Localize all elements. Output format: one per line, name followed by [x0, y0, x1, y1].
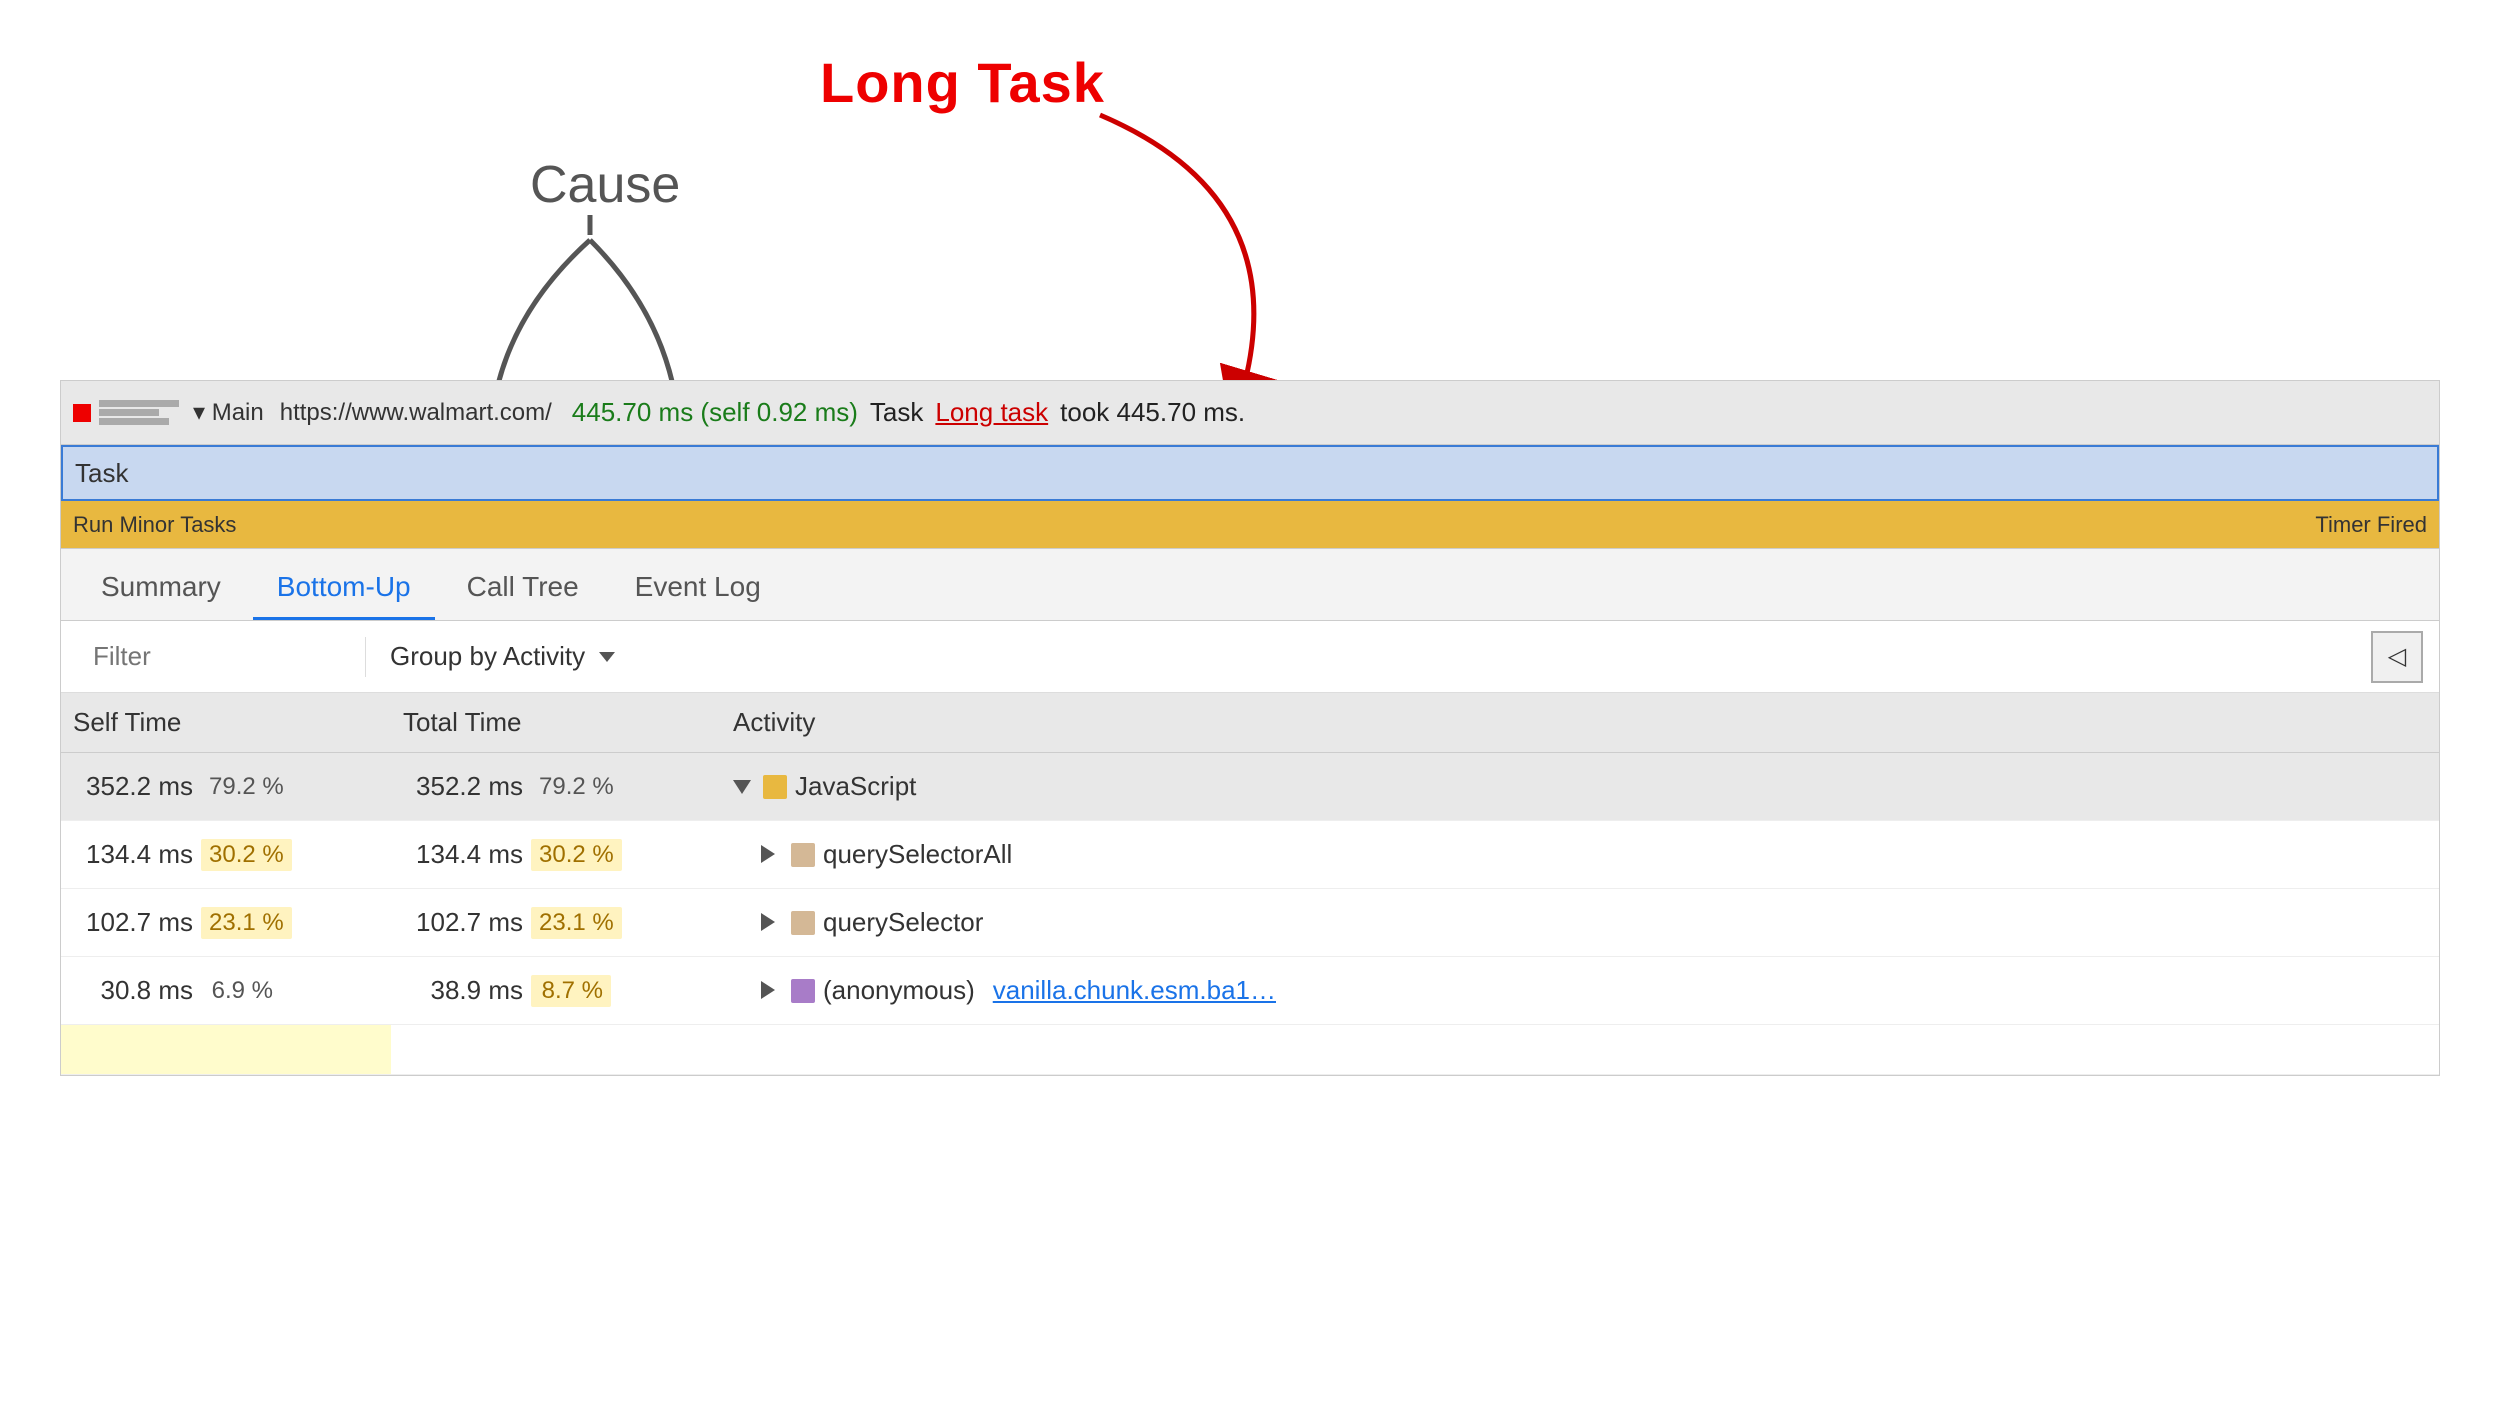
activity-icon-0	[763, 775, 787, 799]
expand-icon-1[interactable]	[761, 845, 775, 863]
table-row-empty	[61, 1025, 2439, 1075]
subtask-right: Timer Fired	[2315, 512, 2427, 538]
activity-label-3: (anonymous)	[823, 975, 975, 1006]
main-url: https://www.walmart.com/	[280, 399, 552, 427]
cell-activity-3[interactable]: (anonymous) vanilla.chunk.esm.ba1…	[733, 975, 2427, 1006]
main-label: ▾ Main	[193, 398, 264, 427]
collapse-button[interactable]: ◁	[2371, 631, 2423, 683]
cell-activity-2[interactable]: querySelector	[733, 907, 2427, 938]
activity-icon-2	[791, 911, 815, 935]
long-task-link[interactable]: Long task	[935, 397, 1048, 428]
table-row[interactable]: 134.4 ms 30.2 % 134.4 ms 30.2 % querySel…	[61, 821, 2439, 889]
chevron-down-icon	[599, 652, 615, 662]
activity-icon-3	[791, 979, 815, 1003]
group-by-select[interactable]: Group by Activity	[374, 633, 631, 680]
red-indicator	[73, 404, 91, 422]
activity-label-2: querySelector	[823, 907, 983, 938]
cell-total-time-1: 134.4 ms 30.2 %	[403, 839, 733, 871]
timeline-status: 445.70 ms (self 0.92 ms) Task Long task …	[572, 397, 2427, 428]
cell-self-time-2: 102.7 ms 23.1 %	[73, 907, 403, 939]
filter-input[interactable]	[77, 633, 357, 680]
cell-total-time-3: 38.9 ms 8.7 %	[403, 975, 733, 1007]
status-suffix: took 445.70 ms.	[1060, 397, 1245, 428]
activity-icon-1	[791, 843, 815, 867]
expand-icon-0[interactable]	[733, 780, 751, 794]
task-row[interactable]: Task	[61, 445, 2439, 501]
filter-divider	[365, 637, 366, 677]
table-row[interactable]: 102.7 ms 23.1 % 102.7 ms 23.1 % querySel…	[61, 889, 2439, 957]
cell-self-time-3: 30.8 ms 6.9 %	[73, 975, 403, 1007]
cell-activity-1[interactable]: querySelectorAll	[733, 839, 2427, 870]
th-total-time: Total Time	[403, 707, 733, 738]
expand-icon-2[interactable]	[761, 913, 775, 931]
cause-annotation: Cause	[530, 155, 680, 215]
expand-icon-3[interactable]	[761, 981, 775, 999]
th-self-time: Self Time	[73, 707, 403, 738]
cell-activity-0[interactable]: JavaScript	[733, 771, 2427, 802]
tabs-row: Summary Bottom-Up Call Tree Event Log	[61, 549, 2439, 621]
timeline-bar: ▾ Main https://www.walmart.com/ 445.70 m…	[61, 381, 2439, 445]
time-green: 445.70 ms (self 0.92 ms)	[572, 397, 858, 428]
cell-self-time-1: 134.4 ms 30.2 %	[73, 839, 403, 871]
task-label: Task	[75, 458, 128, 489]
cell-total-time-2: 102.7 ms 23.1 %	[403, 907, 733, 939]
group-by-label: Group by Activity	[390, 641, 585, 672]
activity-link-3[interactable]: vanilla.chunk.esm.ba1…	[993, 975, 1276, 1006]
tab-call-tree[interactable]: Call Tree	[443, 557, 603, 620]
tab-summary[interactable]: Summary	[77, 557, 245, 620]
tab-event-log[interactable]: Event Log	[611, 557, 785, 620]
activity-label-0: JavaScript	[795, 771, 916, 802]
devtools-panel: ▾ Main https://www.walmart.com/ 445.70 m…	[60, 380, 2440, 1076]
table-header: Self Time Total Time Activity	[61, 693, 2439, 753]
long-task-annotation: Long Task	[820, 50, 1105, 115]
table-row[interactable]: 30.8 ms 6.9 % 38.9 ms 8.7 % (anonymous) …	[61, 957, 2439, 1025]
th-activity: Activity	[733, 707, 2427, 738]
cell-self-time-0: 352.2 ms 79.2 %	[73, 771, 403, 803]
cell-total-time-0: 352.2 ms 79.2 %	[403, 771, 733, 803]
table-row[interactable]: 352.2 ms 79.2 % 352.2 ms 79.2 % JavaScri…	[61, 753, 2439, 821]
filter-row: Group by Activity ◁	[61, 621, 2439, 693]
subtask-left: Run Minor Tasks	[73, 512, 236, 538]
status-task: Task	[870, 397, 923, 428]
tab-bottom-up[interactable]: Bottom-Up	[253, 557, 435, 620]
activity-label-1: querySelectorAll	[823, 839, 1012, 870]
subtask-row: Run Minor Tasks Timer Fired	[61, 501, 2439, 549]
